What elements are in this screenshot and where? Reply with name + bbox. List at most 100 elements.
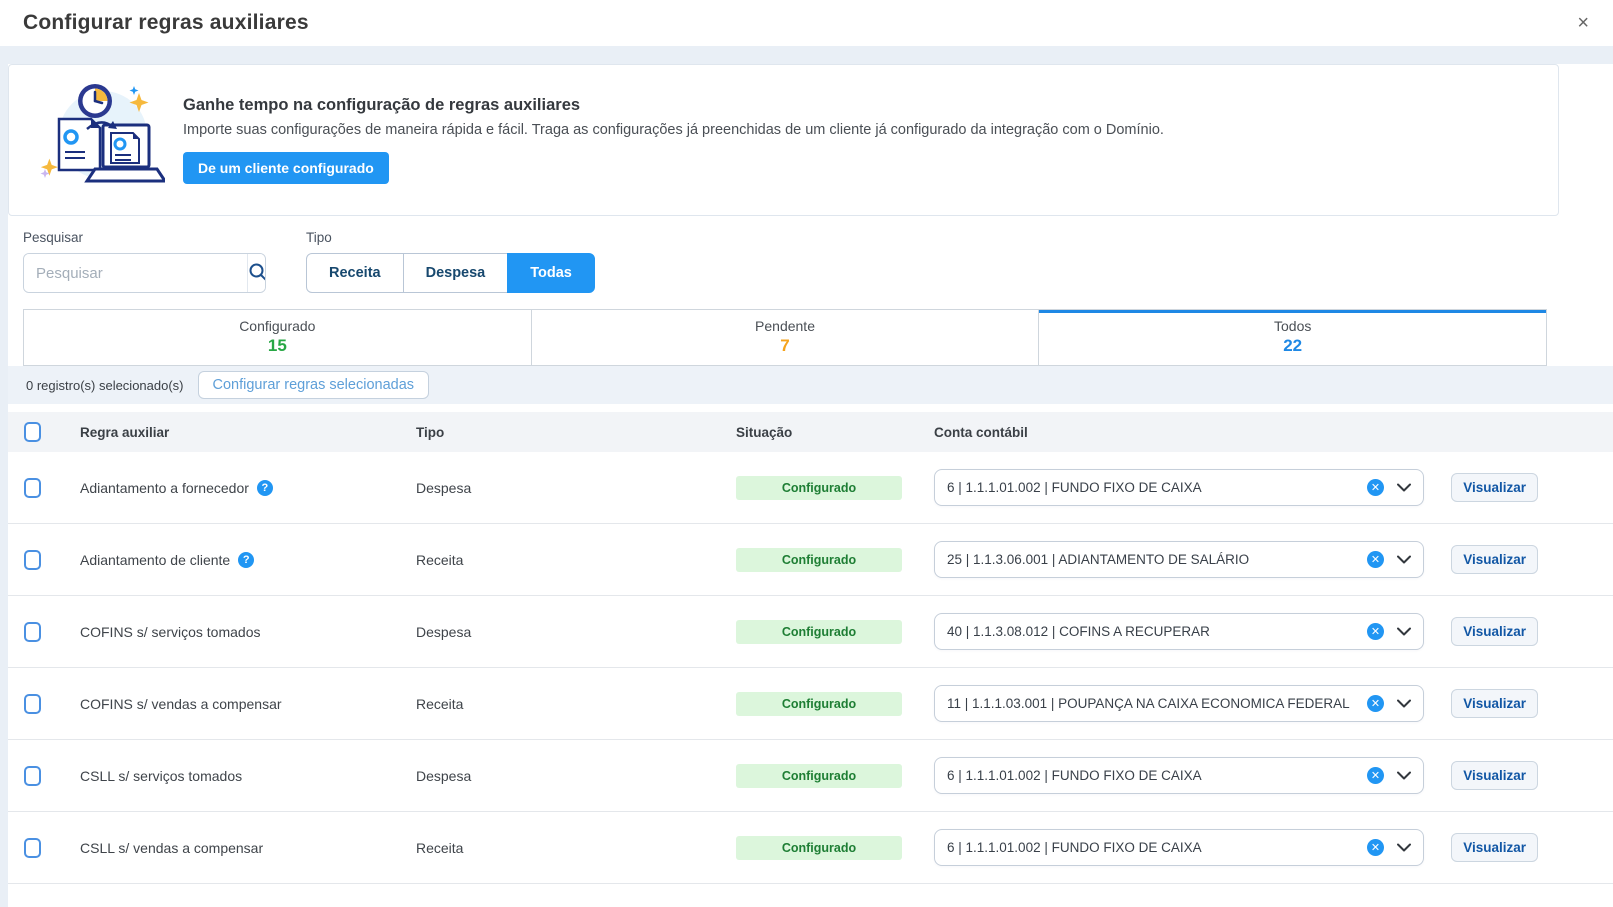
page-title: Configurar regras auxiliares (23, 11, 309, 35)
chevron-down-icon[interactable] (1397, 699, 1411, 708)
tab-todos[interactable]: Todos 22 (1038, 309, 1547, 366)
rule-name: COFINS s/ serviços tomados (80, 624, 261, 640)
banner-description: Importe suas configurações de maneira rá… (183, 122, 1164, 138)
status-badge: Configurado (736, 836, 902, 860)
status-badge: Configurado (736, 764, 902, 788)
chevron-down-icon[interactable] (1397, 627, 1411, 636)
account-value: 11 | 1.1.1.03.001 | POUPANÇA NA CAIXA EC… (947, 696, 1367, 711)
chevron-down-icon[interactable] (1397, 771, 1411, 780)
account-select[interactable]: 11 | 1.1.1.03.001 | POUPANÇA NA CAIXA EC… (934, 685, 1424, 722)
rule-name: CSLL s/ serviços tomados (80, 768, 242, 784)
help-icon[interactable]: ? (257, 480, 273, 496)
tab-configurado[interactable]: Configurado 15 (23, 309, 532, 366)
column-tipo: Tipo (416, 425, 736, 440)
row-checkbox[interactable] (24, 622, 41, 642)
type-button-group: Receita Despesa Todas (306, 253, 595, 293)
table-row: COFINS s/ serviços tomados Despesa Confi… (8, 596, 1613, 668)
account-select[interactable]: 6 | 1.1.1.01.002 | FUNDO FIXO DE CAIXA ✕ (934, 757, 1424, 794)
account-value: 40 | 1.1.3.08.012 | COFINS A RECUPERAR (947, 624, 1367, 639)
column-situacao: Situação (736, 425, 934, 440)
account-select[interactable]: 6 | 1.1.1.01.002 | FUNDO FIXO DE CAIXA ✕ (934, 829, 1424, 866)
tab-pendente-count: 7 (532, 336, 1039, 356)
selected-count-text: 0 registro(s) selecionado(s) (26, 378, 184, 393)
type-button-despesa[interactable]: Despesa (403, 253, 509, 293)
account-value: 6 | 1.1.1.01.002 | FUNDO FIXO DE CAIXA (947, 768, 1367, 783)
search-group (23, 253, 266, 293)
account-value: 6 | 1.1.1.01.002 | FUNDO FIXO DE CAIXA (947, 840, 1367, 855)
configure-selected-rules-button[interactable]: Configurar regras selecionadas (198, 371, 430, 399)
help-icon[interactable]: ? (238, 552, 254, 568)
status-badge: Configurado (736, 548, 902, 572)
table-row: Adiantamento de cliente ? Receita Config… (8, 524, 1613, 596)
visualizar-button[interactable]: Visualizar (1451, 617, 1538, 646)
rule-type: Despesa (416, 768, 736, 784)
search-input[interactable] (24, 254, 247, 292)
visualizar-button[interactable]: Visualizar (1451, 689, 1538, 718)
account-value: 25 | 1.1.3.06.001 | ADIANTAMENTO DE SALÁ… (947, 552, 1367, 567)
rule-type: Receita (416, 840, 736, 856)
rule-type: Receita (416, 696, 736, 712)
type-button-receita[interactable]: Receita (306, 253, 404, 293)
tab-configurado-count: 15 (24, 336, 531, 356)
row-checkbox[interactable] (24, 838, 41, 858)
rule-type: Despesa (416, 480, 736, 496)
clear-icon[interactable]: ✕ (1367, 839, 1384, 856)
clear-icon[interactable]: ✕ (1367, 551, 1384, 568)
table-body: Adiantamento a fornecedor ? Despesa Conf… (8, 452, 1613, 884)
search-icon (248, 262, 266, 285)
selection-bar: 0 registro(s) selecionado(s) Configurar … (8, 366, 1613, 404)
header-divider-band (0, 46, 1613, 64)
visualizar-button[interactable]: Visualizar (1451, 473, 1538, 502)
clear-icon[interactable]: ✕ (1367, 479, 1384, 496)
modal-header: Configurar regras auxiliares × (0, 0, 1613, 46)
rule-type: Despesa (416, 624, 736, 640)
visualizar-button[interactable]: Visualizar (1451, 545, 1538, 574)
account-select[interactable]: 6 | 1.1.1.01.002 | FUNDO FIXO DE CAIXA ✕ (934, 469, 1424, 506)
select-all-checkbox[interactable] (24, 422, 41, 442)
tab-pendente[interactable]: Pendente 7 (531, 309, 1040, 366)
rule-name: CSLL s/ vendas a compensar (80, 840, 263, 856)
account-value: 6 | 1.1.1.01.002 | FUNDO FIXO DE CAIXA (947, 480, 1367, 495)
type-button-todas[interactable]: Todas (507, 253, 595, 293)
tab-todos-count: 22 (1039, 336, 1546, 356)
row-checkbox[interactable] (24, 550, 41, 570)
rule-type: Receita (416, 552, 736, 568)
status-badge: Configurado (736, 476, 902, 500)
visualizar-button[interactable]: Visualizar (1451, 761, 1538, 790)
search-label: Pesquisar (23, 230, 266, 245)
status-tabs: Configurado 15 Pendente 7 Todos 22 (23, 309, 1547, 366)
clear-icon[interactable]: ✕ (1367, 767, 1384, 784)
status-badge: Configurado (736, 620, 902, 644)
chevron-down-icon[interactable] (1397, 843, 1411, 852)
column-regra-auxiliar: Regra auxiliar (80, 425, 416, 440)
table-row: CSLL s/ serviços tomados Despesa Configu… (8, 740, 1613, 812)
filters-bar: Pesquisar Tipo Receita Despesa Tod (8, 216, 1613, 293)
table-row: CSLL s/ vendas a compensar Receita Confi… (8, 812, 1613, 884)
clear-icon[interactable]: ✕ (1367, 695, 1384, 712)
account-select[interactable]: 40 | 1.1.3.08.012 | COFINS A RECUPERAR ✕ (934, 613, 1424, 650)
banner-title: Ganhe tempo na configuração de regras au… (183, 96, 1164, 115)
clear-icon[interactable]: ✕ (1367, 623, 1384, 640)
visualizar-button[interactable]: Visualizar (1451, 833, 1538, 862)
chevron-down-icon[interactable] (1397, 483, 1411, 492)
search-button[interactable] (247, 254, 266, 292)
import-from-client-button[interactable]: De um cliente configurado (183, 152, 389, 184)
table-row: COFINS s/ vendas a compensar Receita Con… (8, 668, 1613, 740)
column-conta-contabil: Conta contábil (934, 425, 1456, 440)
status-badge: Configurado (736, 692, 902, 716)
row-checkbox[interactable] (24, 478, 41, 498)
row-checkbox[interactable] (24, 694, 41, 714)
table-row: Adiantamento a fornecedor ? Despesa Conf… (8, 452, 1613, 524)
import-banner: Ganhe tempo na configuração de regras au… (8, 64, 1559, 216)
account-select[interactable]: 25 | 1.1.3.06.001 | ADIANTAMENTO DE SALÁ… (934, 541, 1424, 578)
import-illustration-icon (35, 77, 165, 204)
background-strip (0, 46, 8, 907)
close-icon[interactable]: × (1577, 13, 1589, 33)
type-label: Tipo (306, 230, 595, 245)
row-checkbox[interactable] (24, 766, 41, 786)
rule-name: Adiantamento a fornecedor (80, 480, 249, 496)
chevron-down-icon[interactable] (1397, 555, 1411, 564)
table-header: Regra auxiliar Tipo Situação Conta contá… (8, 412, 1613, 452)
rule-name: COFINS s/ vendas a compensar (80, 696, 282, 712)
rule-name: Adiantamento de cliente (80, 552, 230, 568)
